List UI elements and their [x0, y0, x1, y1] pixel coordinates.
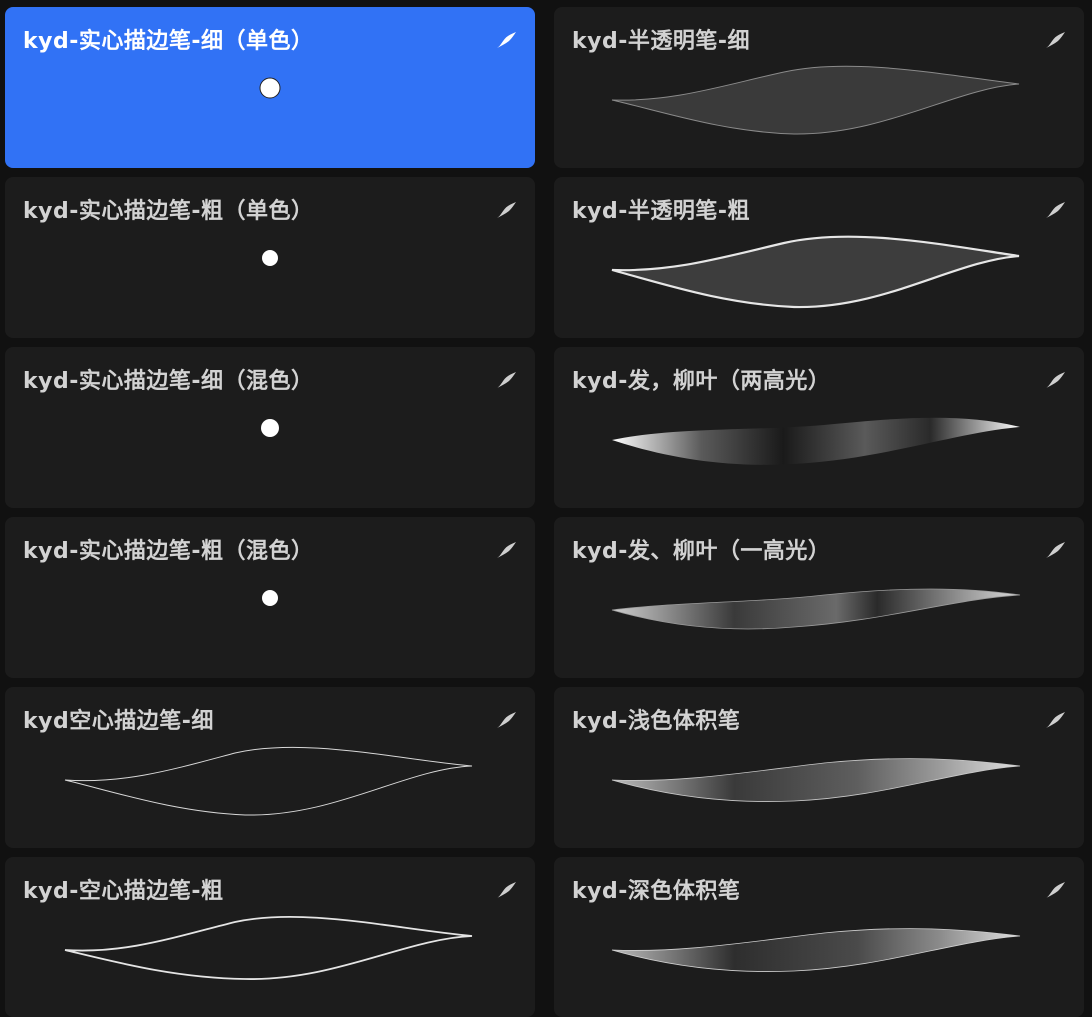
brush-stroke-preview — [611, 758, 1021, 802]
brush-card[interactable]: kyd-实心描边笔-粗（单色） — [5, 177, 535, 338]
brush-stroke-preview — [259, 77, 281, 99]
brush-card[interactable]: kyd-空心描边笔-粗 — [5, 857, 535, 1017]
brush-card[interactable]: kyd-浅色体积笔 — [554, 687, 1084, 848]
brush-stroke-preview — [611, 235, 1020, 309]
brush-stroke-preview — [611, 588, 1021, 630]
brush-stroke-preview — [262, 250, 278, 266]
brush-card[interactable]: kyd-半透明笔-细 — [554, 7, 1084, 168]
brush-card[interactable]: kyd-深色体积笔 — [554, 857, 1084, 1017]
brush-stroke-preview — [64, 746, 473, 816]
brush-stroke-preview — [611, 928, 1021, 972]
brush-library-grid: kyd-实心描边笔-细（单色） kyd-半透明笔-细 kyd-实心描边笔-粗（单… — [0, 0, 1092, 1017]
brush-stroke-preview — [611, 65, 1020, 135]
brush-stroke-preview — [612, 417, 1020, 465]
brush-stroke-preview — [262, 590, 278, 606]
brush-card[interactable]: kyd空心描边笔-细 — [5, 687, 535, 848]
brush-card[interactable]: kyd-半透明笔-粗 — [554, 177, 1084, 338]
brush-card[interactable]: kyd-实心描边笔-粗（混色） — [5, 517, 535, 678]
brush-card[interactable]: kyd-发、柳叶（一高光） — [554, 517, 1084, 678]
brush-card[interactable]: kyd-实心描边笔-细（混色） — [5, 347, 535, 508]
brush-stroke-preview — [261, 419, 279, 437]
brush-card[interactable]: kyd-发，柳叶（两高光） — [554, 347, 1084, 508]
brush-stroke-preview — [64, 915, 473, 980]
brush-card[interactable]: kyd-实心描边笔-细（单色） — [5, 7, 535, 168]
